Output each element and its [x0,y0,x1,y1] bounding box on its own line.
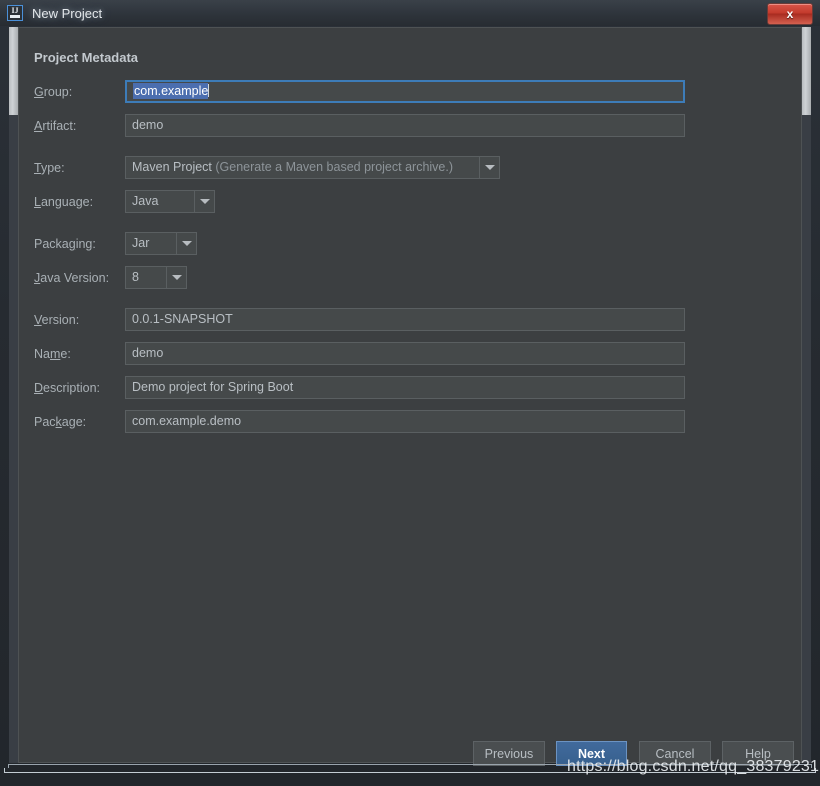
label-group: Group: [34,80,130,104]
type-chevron-down-icon[interactable] [479,156,500,179]
title-bar: IJ New Project x [0,0,820,26]
right-scrollbar-track[interactable] [802,115,811,763]
label-type: Type: [34,156,130,180]
type-value-text: Maven Project [132,160,212,174]
language-combobox[interactable]: Java [125,190,215,213]
label-name: Name: [34,342,130,366]
type-combobox-value: Maven Project (Generate a Maven based pr… [125,156,479,179]
artifact-input[interactable]: demo [125,114,685,137]
name-input[interactable]: demo [125,342,685,365]
intellij-idea-icon-bar [10,15,20,18]
packaging-chevron-down-icon[interactable] [176,232,197,255]
right-scrollbar[interactable] [802,27,811,763]
close-icon: x [787,7,794,21]
left-scrollbar-track[interactable] [9,115,18,763]
previous-button[interactable]: Previous [473,741,545,766]
close-button[interactable]: x [767,3,813,25]
watermark-text: https://blog.csdn.net/qq_38379231 [567,758,819,776]
language-chevron-down-icon[interactable] [194,190,215,213]
text-caret [208,84,209,97]
intellij-idea-icon: IJ [7,5,23,21]
java-version-combobox[interactable]: 8 [125,266,187,289]
type-value-hint: (Generate a Maven based project archive.… [215,160,453,174]
label-language: Language: [34,190,130,214]
new-project-dialog: IJ New Project x Project Metadata Group:… [0,0,820,786]
type-combobox[interactable]: Maven Project (Generate a Maven based pr… [125,156,500,179]
label-java-version: Java Version: [34,266,130,290]
label-version: Version: [34,308,130,332]
label-package: Package: [34,410,130,434]
label-packaging: Packaging: [34,232,130,256]
window-title: New Project [32,6,102,21]
java-version-combobox-value: 8 [125,266,166,289]
group-input-value: com.example [133,83,208,99]
dialog-content-panel: Project Metadata Group: com.example Arti… [18,27,802,763]
package-input[interactable]: com.example.demo [125,410,685,433]
left-scrollbar-thumb[interactable] [9,27,18,115]
java-version-chevron-down-icon[interactable] [166,266,187,289]
left-scrollbar[interactable] [9,27,18,763]
group-input[interactable]: com.example [125,80,685,103]
section-title: Project Metadata [34,50,138,65]
label-description: Description: [34,376,130,400]
intellij-idea-icon-letters: IJ [8,7,22,15]
packaging-combobox[interactable]: Jar [125,232,197,255]
packaging-combobox-value: Jar [125,232,176,255]
description-input[interactable]: Demo project for Spring Boot [125,376,685,399]
version-input[interactable]: 0.0.1-SNAPSHOT [125,308,685,331]
language-combobox-value: Java [125,190,194,213]
label-artifact: Artifact: [34,114,130,138]
right-scrollbar-thumb[interactable] [802,27,811,115]
